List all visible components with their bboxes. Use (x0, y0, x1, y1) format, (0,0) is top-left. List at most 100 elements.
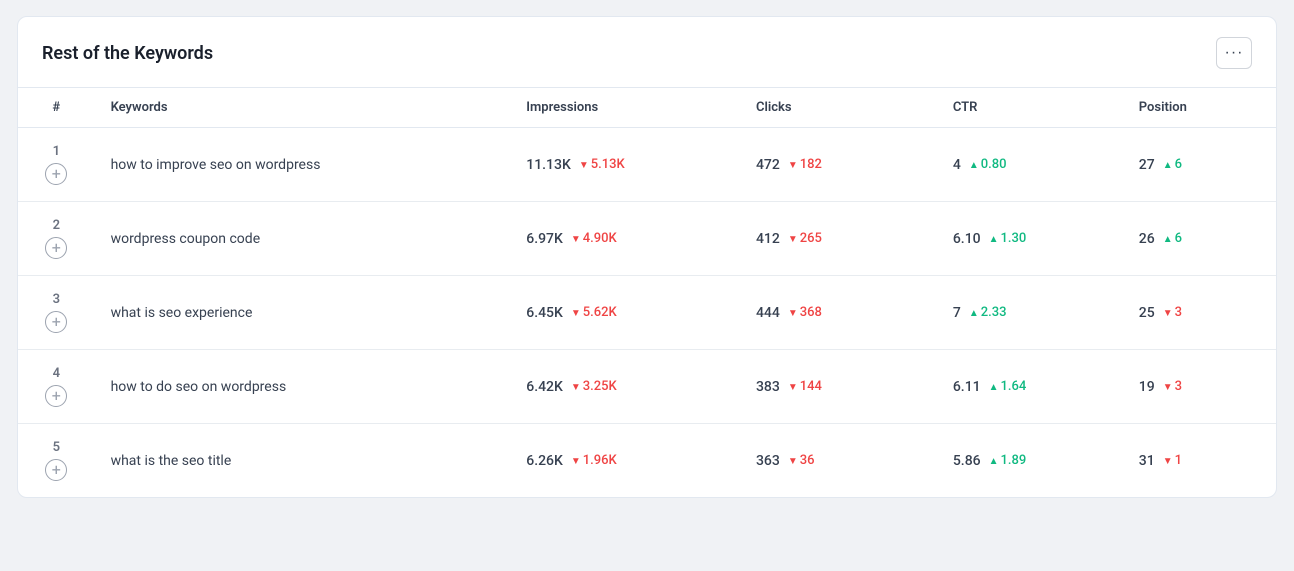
cell-keyword: what is the seo title (95, 424, 511, 498)
cell-impressions: 6.42K 3.25K (510, 350, 740, 424)
cell-ctr-wrapper: 4 0.80 (953, 157, 1107, 173)
cell-keyword: what is seo experience (95, 276, 511, 350)
cell-impressions: 6.45K 5.62K (510, 276, 740, 350)
cell-impressions-wrapper: 6.45K 5.62K (526, 305, 724, 321)
col-header-num: # (18, 88, 95, 128)
delta-arrow (571, 453, 581, 468)
add-row-button[interactable]: + (45, 163, 67, 185)
cell-ctr-wrapper: 7 2.33 (953, 305, 1107, 321)
cell-impressions-main: 6.45K (526, 305, 563, 321)
cell-impressions-wrapper: 6.26K 1.96K (526, 453, 724, 469)
cell-ctr: 4 0.80 (937, 128, 1123, 202)
num-wrapper: 2 + (34, 218, 79, 259)
delta-arrow (989, 231, 999, 246)
cell-clicks: 412 265 (740, 202, 937, 276)
cell-position: 27 6 (1123, 128, 1276, 202)
delta-arrow (969, 305, 979, 320)
delta-arrow (989, 379, 999, 394)
table-row: 5 + what is the seo title 6.26K 1.96K 36… (18, 424, 1276, 498)
cell-impressions: 6.97K 4.90K (510, 202, 740, 276)
cell-impressions-delta: 5.13K (579, 157, 625, 172)
delta-arrow (571, 305, 581, 320)
delta-arrow (571, 231, 581, 246)
num-wrapper: 5 + (34, 440, 79, 481)
cell-impressions-delta: 1.96K (571, 453, 617, 468)
cell-position-wrapper: 27 6 (1139, 157, 1260, 173)
table-row: 3 + what is seo experience 6.45K 5.62K 4… (18, 276, 1276, 350)
cell-ctr-wrapper: 6.10 1.30 (953, 231, 1107, 247)
cell-num: 4 + (18, 350, 95, 424)
delta-arrow (989, 453, 999, 468)
cell-ctr: 6.11 1.64 (937, 350, 1123, 424)
add-row-button[interactable]: + (45, 311, 67, 333)
cell-impressions-delta: 5.62K (571, 305, 617, 320)
cell-ctr-main: 4 (953, 157, 961, 173)
cell-impressions-wrapper: 6.42K 3.25K (526, 379, 724, 395)
cell-clicks: 444 368 (740, 276, 937, 350)
cell-clicks-delta: 368 (788, 305, 822, 320)
cell-ctr-delta: 2.33 (969, 305, 1007, 320)
cell-position-main: 27 (1139, 157, 1155, 173)
cell-ctr-main: 6.10 (953, 231, 981, 247)
delta-arrow (788, 379, 798, 394)
cell-clicks-main: 444 (756, 305, 780, 321)
keyword-text: what is seo experience (111, 305, 253, 321)
more-options-button[interactable]: ··· (1216, 37, 1252, 69)
delta-arrow (571, 379, 581, 394)
cell-position-delta: 3 (1163, 379, 1182, 394)
delta-arrow (788, 453, 798, 468)
cell-clicks-wrapper: 444 368 (756, 305, 921, 321)
cell-ctr-main: 5.86 (953, 453, 981, 469)
row-number: 2 (53, 218, 60, 233)
row-number: 1 (53, 144, 60, 159)
delta-arrow (1163, 157, 1173, 172)
cell-position-main: 19 (1139, 379, 1155, 395)
cell-impressions-main: 6.26K (526, 453, 563, 469)
cell-position-wrapper: 19 3 (1139, 379, 1260, 395)
delta-arrow (969, 157, 979, 172)
cell-clicks-delta: 182 (788, 157, 822, 172)
card-title: Rest of the Keywords (42, 43, 213, 64)
cell-keyword: wordpress coupon code (95, 202, 511, 276)
cell-clicks: 363 36 (740, 424, 937, 498)
cell-position-wrapper: 31 1 (1139, 453, 1260, 469)
col-header-clicks: Clicks (740, 88, 937, 128)
cell-impressions-main: 11.13K (526, 157, 571, 173)
delta-arrow (1163, 305, 1173, 320)
cell-ctr-wrapper: 5.86 1.89 (953, 453, 1107, 469)
cell-clicks-wrapper: 412 265 (756, 231, 921, 247)
cell-ctr-wrapper: 6.11 1.64 (953, 379, 1107, 395)
add-row-button[interactable]: + (45, 459, 67, 481)
delta-arrow (788, 305, 798, 320)
cell-clicks-delta: 265 (788, 231, 822, 246)
cell-clicks-main: 363 (756, 453, 780, 469)
col-header-keywords: Keywords (95, 88, 511, 128)
cell-clicks-main: 383 (756, 379, 780, 395)
add-row-button[interactable]: + (45, 237, 67, 259)
row-number: 5 (53, 440, 60, 455)
table-row: 2 + wordpress coupon code 6.97K 4.90K 41… (18, 202, 1276, 276)
table-row: 4 + how to do seo on wordpress 6.42K 3.2… (18, 350, 1276, 424)
cell-position: 25 3 (1123, 276, 1276, 350)
keyword-text: what is the seo title (111, 453, 232, 469)
cell-clicks-delta: 144 (788, 379, 822, 394)
cell-keyword: how to improve seo on wordpress (95, 128, 511, 202)
row-number: 4 (53, 366, 60, 381)
cell-ctr-delta: 1.64 (989, 379, 1027, 394)
cell-keyword: how to do seo on wordpress (95, 350, 511, 424)
cell-impressions-main: 6.42K (526, 379, 563, 395)
num-wrapper: 3 + (34, 292, 79, 333)
cell-ctr: 5.86 1.89 (937, 424, 1123, 498)
cell-ctr-main: 7 (953, 305, 961, 321)
cell-position-delta: 3 (1163, 305, 1182, 320)
keyword-text: how to improve seo on wordpress (111, 157, 321, 173)
cell-clicks-main: 412 (756, 231, 780, 247)
add-row-button[interactable]: + (45, 385, 67, 407)
cell-clicks-wrapper: 472 182 (756, 157, 921, 173)
cell-ctr: 6.10 1.30 (937, 202, 1123, 276)
cell-clicks-wrapper: 363 36 (756, 453, 921, 469)
delta-arrow (1163, 379, 1173, 394)
delta-arrow (1163, 453, 1173, 468)
cell-impressions-delta: 4.90K (571, 231, 617, 246)
row-number: 3 (53, 292, 60, 307)
